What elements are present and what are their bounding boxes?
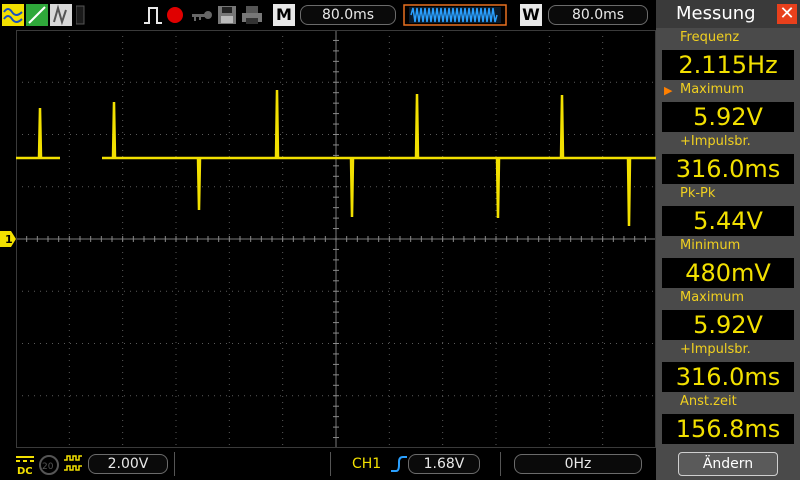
measurement-label: Maximum [680,290,745,305]
bandwidth-limit-icon[interactable]: 20 [38,454,60,476]
measurement-label: +Impulsbr. [680,134,751,149]
measurement-value[interactable]: 156.8ms [662,414,794,444]
close-button[interactable]: ✕ [777,4,797,24]
close-icon: ✕ [779,3,795,24]
ramp-wave-icon[interactable] [26,4,48,26]
bottom-divider [174,452,175,476]
timebase-display[interactable]: 80.0ms [300,5,396,25]
bottom-divider [330,452,331,476]
trigger-edge-icon[interactable] [143,4,163,26]
key-lock-icon[interactable] [190,4,214,26]
measurement-value[interactable]: 5.92V [662,310,794,340]
trigger-level-display[interactable]: 1.68V [408,454,480,474]
scope-display[interactable] [16,30,656,448]
measurement-label: Pk-Pk [680,186,716,201]
top-toolbar: M 80.0ms W 80.0ms [0,0,656,30]
svg-text:20: 20 [42,462,54,472]
bottom-divider [500,452,501,476]
trigger-channel-label: CH1 [352,456,382,472]
measurement-label: Minimum [680,238,741,253]
measurement-label: Maximum [680,82,745,97]
measurement-value[interactable]: 316.0ms [662,362,794,392]
measurement-value[interactable]: 480mV [662,258,794,288]
waveform-overview-icon[interactable] [403,4,507,26]
measurement-value[interactable]: 2.115Hz [662,50,794,80]
math-channel-icon[interactable] [50,4,72,26]
print-icon[interactable] [241,4,263,26]
toolbar-divider [76,5,85,25]
measurement-panel: Messung ✕ Frequenz 2.115Hz ▶ Maximum 5.9… [656,0,800,480]
channel-scale-display[interactable]: 2.00V [88,454,168,474]
measurement-label: +Impulsbr. [680,342,751,357]
svg-text:DC: DC [17,466,33,476]
measurement-value[interactable]: 5.44V [662,206,794,236]
channel-1-marker[interactable]: 1 [0,231,17,247]
change-button[interactable]: Ändern [678,452,778,476]
bottom-status-bar: DC 20 2.00V CH1 1.68V 0Hz [0,448,656,480]
grid [16,30,656,448]
dc-coupling-icon[interactable]: DC [14,454,36,476]
frequency-counter-display[interactable]: 0Hz [514,454,642,474]
measurement-label: Anst.zeit [680,394,737,409]
window-label: W [520,4,542,26]
measurement-value[interactable]: 5.92V [662,102,794,132]
measurement-value[interactable]: 316.0ms [662,154,794,184]
probe-attenuation-icon[interactable] [62,454,84,476]
record-icon[interactable] [165,4,185,26]
rising-edge-icon[interactable] [390,455,408,473]
window-time-display[interactable]: 80.0ms [548,5,648,25]
save-disk-icon[interactable] [217,4,237,26]
measurement-label: Frequenz [680,30,740,45]
memory-label: M [273,4,295,26]
channel-wave-icon[interactable] [2,4,24,26]
channel-1-marker-label: 1 [5,233,13,246]
